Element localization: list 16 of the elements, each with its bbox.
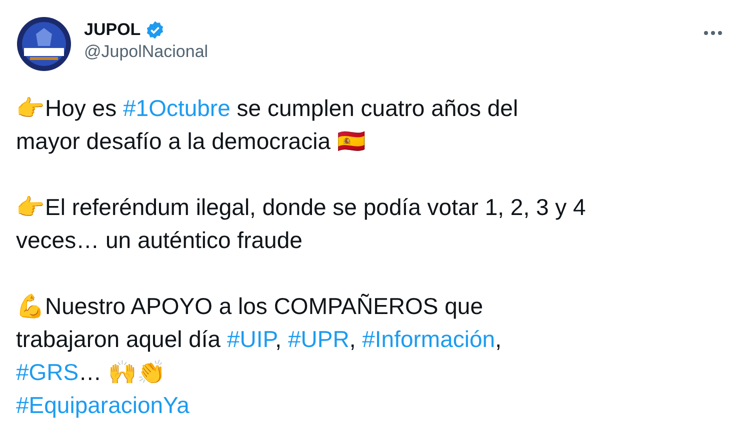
tweet-text-line: veces… un auténtico fraude [16, 226, 304, 255]
author-name[interactable]: JUPOL [84, 20, 141, 40]
hashtag-link[interactable]: #1Octubre [122, 95, 230, 121]
tweet-text-line: 👉Hoy es #1Octubre se cumplen cuatro años del [16, 94, 520, 123]
tweet-text-line: #GRS… 🙌👏 [16, 358, 168, 387]
hashtag-link[interactable]: #Información [362, 326, 496, 352]
hashtag-link[interactable]: #GRS [16, 359, 79, 385]
tweet-text-line: 💪Nuestro APOYO a los COMPAÑEROS que [16, 292, 484, 321]
hashtag-link[interactable]: #EquiparacionYa [16, 392, 190, 418]
tweet-text-line: 👉El referéndum ilegal, donde se podía votar 1, 2, 3 y 4 [16, 193, 587, 222]
tweet-text-line: trabajaron aquel día #UIP, #UPR, #Información, [16, 325, 502, 354]
hashtag-link[interactable]: #UIP [227, 326, 276, 352]
avatar-logo[interactable] [16, 16, 72, 72]
tweet-text-line: mayor desafío a la democracia 🇪🇸 [16, 127, 367, 156]
author-handle[interactable]: @JupolNacional [84, 42, 690, 62]
hashtag-link[interactable]: #UPR [288, 326, 350, 352]
